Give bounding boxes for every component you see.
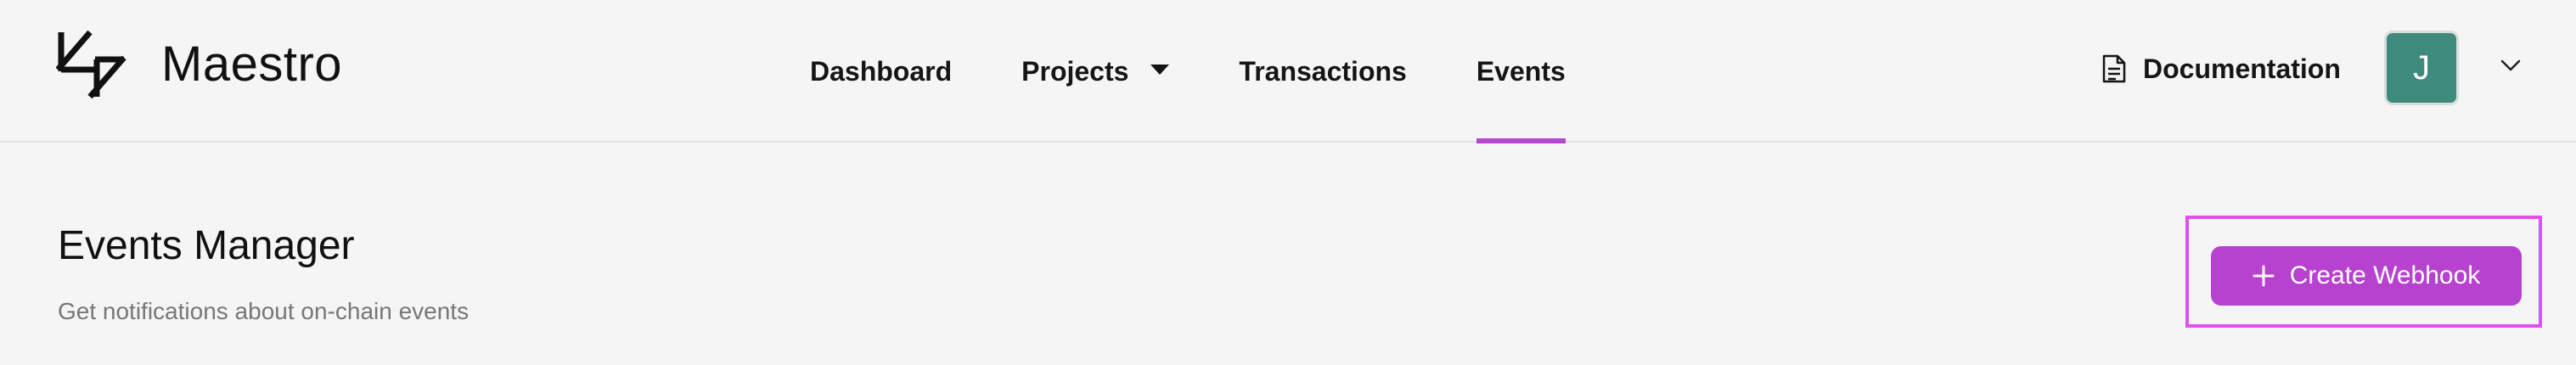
create-webhook-button[interactable]: Create Webhook: [2211, 246, 2522, 306]
page: Maestro Dashboard Projects Transactions …: [0, 0, 2576, 365]
nav-item-label: Transactions: [1239, 55, 1407, 87]
nav-item-dashboard[interactable]: Dashboard: [810, 0, 952, 143]
top-navbar: Maestro Dashboard Projects Transactions …: [0, 0, 2576, 143]
maestro-logo-icon: [56, 30, 127, 99]
nav-item-label: Projects: [1021, 55, 1129, 87]
plus-icon: [2253, 265, 2275, 287]
nav-item-label: Events: [1476, 55, 1566, 87]
nav-item-label: Dashboard: [810, 55, 953, 87]
main-nav: Dashboard Projects Transactions Events: [810, 0, 1566, 143]
document-icon: [2102, 54, 2126, 83]
brand-logo[interactable]: Maestro: [56, 29, 342, 100]
page-subtitle: Get notifications about on-chain events: [58, 298, 470, 324]
avatar-initial: J: [2413, 48, 2430, 87]
documentation-label: Documentation: [2143, 53, 2341, 84]
chevron-down-icon[interactable]: [2500, 58, 2522, 73]
caret-down-icon: [1150, 65, 1170, 75]
nav-item-projects[interactable]: Projects: [1021, 0, 1170, 143]
user-avatar[interactable]: J: [2384, 31, 2459, 105]
documentation-link[interactable]: Documentation: [2102, 0, 2341, 138]
nav-item-events[interactable]: Events: [1476, 0, 1566, 143]
brand-name: Maestro: [161, 36, 343, 92]
nav-item-transactions[interactable]: Transactions: [1239, 0, 1406, 143]
page-title: Events Manager: [58, 223, 355, 268]
create-webhook-label: Create Webhook: [2289, 261, 2481, 289]
